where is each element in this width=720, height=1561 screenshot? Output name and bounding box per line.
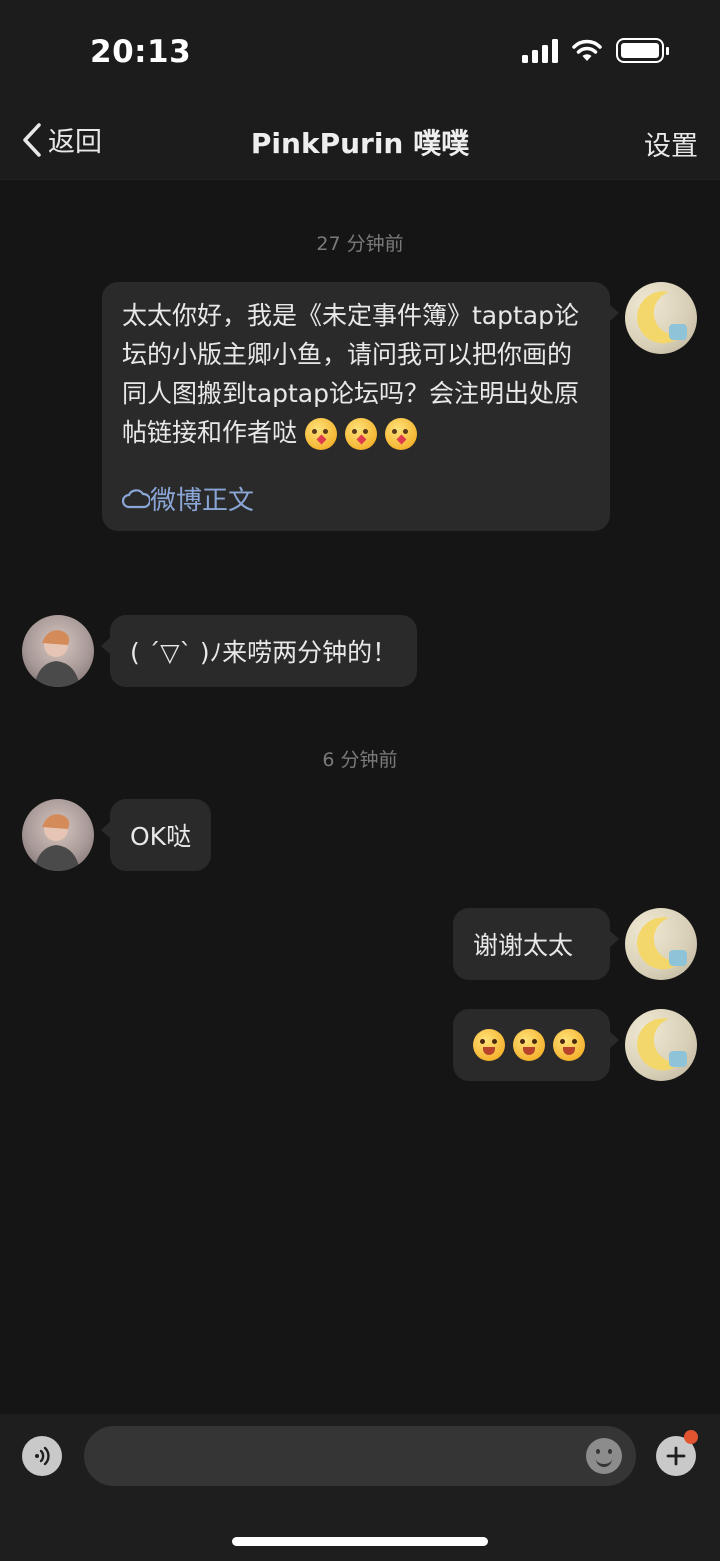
wifi-icon	[572, 39, 602, 61]
avatar-contact[interactable]	[22, 799, 94, 871]
avatar-self[interactable]	[625, 282, 697, 354]
settings-button[interactable]: 设置	[644, 124, 698, 163]
moon-avatar-image	[637, 917, 687, 970]
battery-icon	[616, 38, 669, 63]
message-text: ( ´▽` )ﾉ来唠两分钟的！	[130, 638, 398, 667]
page-title: PinkPurin 噗噗	[250, 127, 470, 160]
home-indicator[interactable]	[232, 1537, 488, 1546]
message-text: 谢谢太太	[473, 931, 574, 960]
notification-badge	[684, 1430, 698, 1444]
blowing-kiss-emoji	[304, 418, 337, 450]
emoji-row	[473, 1029, 590, 1061]
blowing-kiss-emoji	[344, 418, 377, 450]
blowing-kiss-emoji	[384, 418, 417, 450]
message-bubble-outgoing[interactable]: 太太你好，我是《未定事件簿》taptap论坛的小版主卿小鱼，请问我可以把你画的同…	[102, 282, 619, 531]
weibo-article-link[interactable]: 微博正文	[122, 480, 590, 517]
status-icons	[522, 38, 669, 63]
signal-icon	[522, 38, 558, 63]
message-bubble-incoming[interactable]: OK哒	[100, 799, 212, 871]
avatar-self[interactable]	[625, 1009, 697, 1081]
message-bubble-incoming[interactable]: ( ´▽` )ﾉ来唠两分钟的！	[100, 615, 418, 687]
status-bar: 20:13	[0, 0, 720, 100]
weibo-cloud-icon	[122, 488, 150, 508]
message-text: OK哒	[130, 822, 192, 851]
timestamp: 27 分钟前	[316, 233, 404, 255]
status-time: 20:13	[90, 34, 192, 70]
voice-button[interactable]	[22, 1436, 62, 1476]
smiling-hearts-emoji	[553, 1029, 585, 1061]
moon-avatar-image	[637, 291, 687, 344]
nav-bar: 返回 PinkPurin 噗噗 设置	[0, 100, 720, 180]
avatar-self[interactable]	[625, 908, 697, 980]
smile-icon[interactable]	[586, 1438, 622, 1474]
plus-icon	[666, 1446, 686, 1466]
voice-icon	[35, 1446, 50, 1466]
avatar-contact[interactable]	[22, 615, 94, 687]
message-bubble-outgoing[interactable]: 谢谢太太	[453, 908, 619, 980]
person-avatar-image	[34, 814, 80, 871]
message-bubble-outgoing[interactable]	[453, 1009, 619, 1081]
moon-avatar-image	[637, 1018, 687, 1071]
smiling-hearts-emoji	[513, 1029, 545, 1061]
person-avatar-image	[34, 630, 80, 687]
timestamp: 6 分钟前	[322, 749, 398, 771]
message-input[interactable]	[84, 1426, 636, 1486]
smiling-hearts-emoji	[473, 1029, 505, 1061]
message-text: 太太你好，我是《未定事件簿》taptap论坛的小版主卿小鱼，请问我可以把你画的同…	[122, 296, 590, 452]
